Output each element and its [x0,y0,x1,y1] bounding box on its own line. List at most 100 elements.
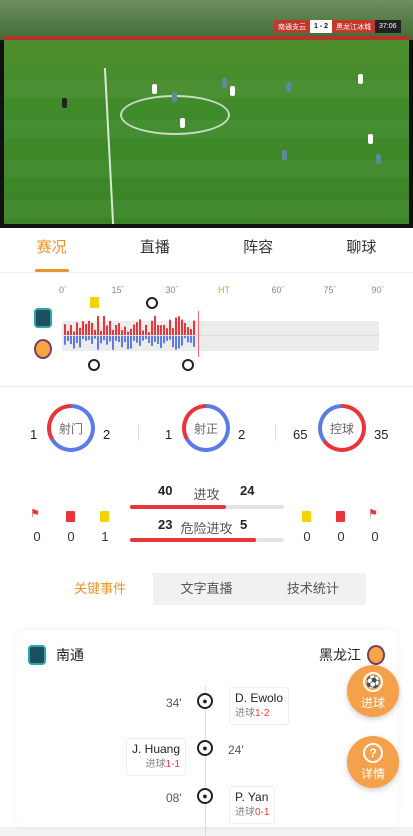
home-pressure-bar [124,326,126,335]
away-pressure-bar [112,336,114,350]
goal-ball-icon [146,297,158,309]
event-type: 进球 [235,708,255,719]
segment-text-live[interactable]: 文字直播 [153,573,259,605]
question-icon: ? [363,742,383,763]
away-team-logo [367,645,385,665]
away-pressure-bar [157,336,159,344]
on-target-gauge: 射正 [182,404,230,452]
home-team-logo [34,308,52,328]
event-player: J. Huang [132,742,181,756]
tick-label: 0` [58,285,68,295]
home-pressure-bar [151,320,153,335]
away-pressure-bar [115,336,117,341]
event-minute: 08' [166,791,182,805]
home-pressure-bar [181,319,183,335]
away-pressure-bar [79,336,81,348]
away-pressure-bar [85,336,87,341]
event-card[interactable]: P. Yan 进球0-1 [229,786,276,824]
away-team-logo [34,339,52,359]
goal-filter-button[interactable]: ⚽ 进球 [347,665,399,717]
detail-button[interactable]: ? 详情 [347,736,399,788]
away-pressure-bar [106,336,108,345]
player [286,82,291,92]
events-home-header: 南通 [28,645,84,665]
match-video[interactable]: 南通支云 1 - 2 黑龙江冰城 37:06 [0,0,413,228]
home-pressure-bar [187,327,189,335]
tick-label: 30` [165,285,179,295]
home-pressure-bar [157,325,159,335]
on-target-label: 射正 [186,408,226,448]
away-pressure-bar [127,336,129,350]
home-pressure-bar [88,320,90,335]
home-team-name: 南通 [56,647,84,663]
pressure-bars [64,315,195,350]
on-target-away: 2 [238,427,246,442]
event-minute: 24' [228,743,244,757]
away-pressure-bar [151,336,153,346]
home-pressure-bar [76,322,78,335]
home-pressure-bar [160,325,162,335]
tick-label: HT [218,285,230,295]
match-timeline: 0` 15` 30` HT 60` 75` 90` [0,272,413,386]
tab-chat[interactable]: 聊球 [310,228,413,272]
home-pressure-bar [190,329,192,335]
away-pressure-bar [139,336,141,346]
main-tabs: 赛况 直播 阵容 聊球 [0,228,413,272]
away-pressure-bar [187,336,189,343]
event-player: P. Yan [235,790,269,804]
home-pressure-bar [112,329,114,335]
home-pressure-bar [145,324,147,335]
away-pressure-bar [121,336,123,348]
away-pressure-bar [148,336,150,343]
attacks-label: 进攻 [193,487,220,502]
possession-label: 控球 [322,408,362,448]
home-pressure-bar [103,315,105,335]
tab-live[interactable]: 直播 [103,228,206,272]
event-minute: 34' [166,696,182,710]
player [358,74,363,84]
tab-match[interactable]: 赛况 [0,228,103,272]
event-card[interactable]: D. Ewolo 进球1-2 [229,687,290,725]
overlay-home: 南通支云 [274,20,310,33]
event-type: 进球 [145,759,166,770]
home-pressure-bar [97,316,99,335]
home-pressure-bar [175,317,177,335]
home-pressure-bar [142,330,144,335]
home-pressure-bar [148,332,150,335]
dangerous-away: 5 [240,517,248,532]
home-pressure-bar [109,320,111,335]
shots-home: 1 [30,427,38,442]
away-pressure-bar [163,336,165,344]
away-pressure-bar [118,336,120,342]
home-pressure-bar [133,324,135,335]
segment-key-events[interactable]: 关键事件 [47,573,154,605]
event-score: 1-2 [255,708,270,719]
player [152,84,157,94]
player [172,92,177,102]
home-pressure-bar [91,322,93,335]
home-pressure-bar [172,328,174,335]
event-card[interactable]: J. Huang 进球1-1 [126,738,187,776]
goal-ball-icon [88,359,100,371]
away-pressure-bar [166,336,168,341]
segment-tech-stats[interactable]: 技术统计 [260,573,366,605]
home-pressure-bar [178,316,180,335]
yellow-card-icon [302,511,311,522]
yellow-card-icon [100,511,109,522]
away-corners: 0 [371,529,379,544]
away-pressure-bar [145,336,147,340]
home-pressure-bar [193,320,195,335]
away-pressure-bar [70,336,72,345]
home-corners: 0 [33,529,41,544]
away-pressure-bar [82,336,84,339]
home-pressure-bar [127,331,129,335]
corner-flag-icon: ⚑ [368,508,378,520]
corner-flag-icon: ⚑ [30,508,40,520]
tick-label: 15` [111,285,125,295]
possession-gauge: 控球 [318,404,366,452]
away-pressure-bar [103,336,105,341]
timeline-ticks: 0` 15` 30` HT 60` 75` 90` [0,285,413,299]
player [230,86,235,96]
away-pressure-bar [160,336,162,349]
tab-lineup[interactable]: 阵容 [207,228,310,272]
